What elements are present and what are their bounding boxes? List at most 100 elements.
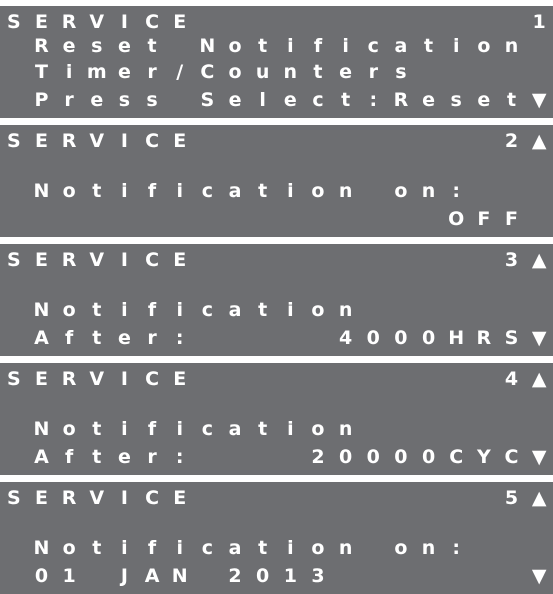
lcd-character [359, 486, 387, 510]
lcd-character: c [201, 299, 213, 321]
lcd-character [83, 564, 111, 588]
lcd-character [470, 391, 498, 415]
lcd-character: 4 [339, 327, 353, 349]
lcd-character: f [64, 446, 74, 468]
lcd-character [332, 129, 360, 153]
lcd-character [470, 10, 498, 34]
lcd-character: t [258, 537, 268, 559]
lcd-character [194, 326, 222, 350]
lcd-character: t [258, 35, 268, 57]
lcd-character: r [147, 61, 157, 83]
lcd-character: e [228, 89, 242, 111]
lcd-character: s [118, 89, 131, 111]
lcd-character [304, 248, 332, 272]
lcd-character: R [34, 35, 49, 57]
lcd-line: SERVICE 1 [0, 10, 553, 34]
lcd-character: c [312, 89, 324, 111]
lcd-character [221, 153, 249, 177]
lcd-character: i [342, 35, 349, 57]
scroll-down-arrow-icon: ▼ [531, 446, 547, 468]
lcd-character [138, 391, 166, 415]
lcd-character: R [61, 130, 77, 152]
lcd-character [359, 367, 387, 391]
lcd-character: A [34, 327, 49, 349]
lcd-character [194, 486, 222, 510]
lcd-character: C [200, 61, 215, 83]
lcd-character [470, 129, 498, 153]
lcd-character: E [34, 487, 48, 509]
lcd-character [359, 129, 387, 153]
lcd-character [0, 60, 28, 84]
lcd-character [221, 367, 249, 391]
lcd-character [332, 10, 360, 34]
lcd-character [498, 179, 526, 203]
lcd-character [166, 34, 194, 58]
lcd-character [498, 536, 526, 560]
lcd-character [304, 326, 332, 350]
lcd-character [277, 391, 305, 415]
lcd-character: V [89, 249, 105, 271]
lcd-character: 1 [283, 565, 297, 587]
lcd-character: t [92, 299, 102, 321]
lcd-character: c [201, 180, 213, 202]
lcd-line: Notification on: [0, 536, 553, 560]
lcd-character: 0 [256, 565, 270, 587]
lcd-character [470, 153, 498, 177]
lcd-character: F [505, 208, 518, 230]
lcd-character [0, 564, 28, 588]
lcd-character [387, 486, 415, 510]
lcd-line: SERVICE 4 ▲ [0, 367, 553, 391]
lcd-character: 0 [339, 446, 353, 468]
lcd-character [525, 179, 553, 203]
lcd-character [442, 248, 470, 272]
lcd-line: OFF ▼ [0, 207, 553, 231]
lcd-character: S [6, 368, 21, 390]
lcd-character: n [338, 537, 353, 559]
lcd-character: i [287, 35, 294, 57]
lcd-character: e [283, 89, 297, 111]
lcd-screen-5: SERVICE 5 ▲ Notification on: 01 JAN 2013 … [0, 482, 553, 594]
lcd-line: SERVICE 2 ▲ [0, 129, 553, 153]
lcd-character [277, 10, 305, 34]
lcd-character: f [147, 418, 157, 440]
lcd-character: a [228, 180, 242, 202]
lcd-character [194, 10, 222, 34]
lcd-character [0, 179, 28, 203]
lcd-character: 0 [394, 446, 408, 468]
lcd-character [387, 510, 415, 534]
lcd-character [442, 298, 470, 322]
lcd-character [277, 326, 305, 350]
lcd-character [387, 367, 415, 391]
lcd-character [111, 391, 139, 415]
lcd-character [0, 417, 28, 441]
lcd-line: SERVICE 3 ▲ [0, 248, 553, 272]
lcd-character: e [117, 327, 131, 349]
lcd-character: R [61, 368, 77, 390]
lcd-character: e [117, 35, 131, 57]
lcd-character [387, 129, 415, 153]
lcd-character: n [421, 180, 436, 202]
lcd-character: T [34, 61, 48, 83]
lcd-character: t [424, 35, 434, 57]
lcd-character [138, 207, 166, 231]
lcd-character: t [341, 89, 351, 111]
lcd-character [166, 510, 194, 534]
lcd-character [415, 510, 443, 534]
lcd-character: t [92, 180, 102, 202]
lcd-character: t [313, 61, 323, 83]
lcd-character: i [121, 180, 128, 202]
lcd-character [194, 367, 222, 391]
lcd-character: : [452, 537, 461, 559]
lcd-character: 0 [421, 446, 436, 468]
lcd-character [525, 510, 553, 534]
lcd-character [249, 207, 277, 231]
lcd-character: : [452, 180, 461, 202]
lcd-character [249, 391, 277, 415]
lcd-line [0, 153, 553, 177]
lcd-character: H [448, 327, 465, 349]
lcd-character: r [147, 446, 157, 468]
lcd-character: i [287, 180, 294, 202]
lcd-character [498, 391, 526, 415]
lcd-character [194, 153, 222, 177]
lcd-character: N [171, 565, 188, 587]
